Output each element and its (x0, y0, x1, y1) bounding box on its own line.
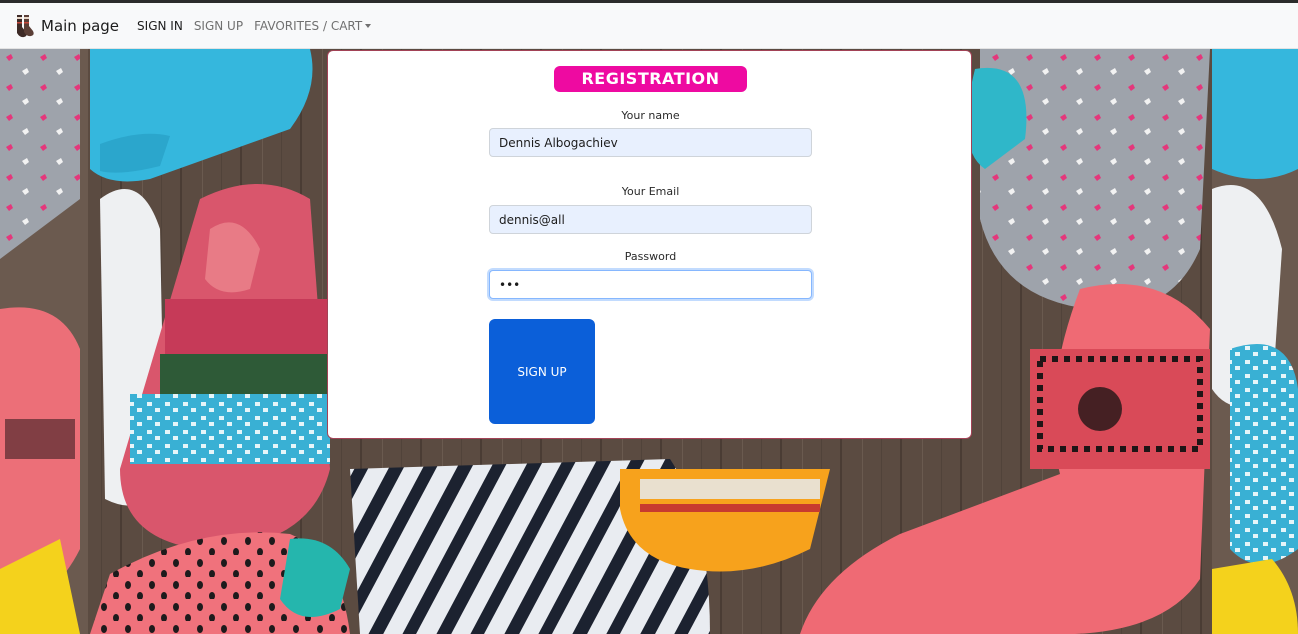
password-label: Password (624, 250, 677, 263)
password-field[interactable] (489, 270, 812, 299)
registration-title: REGISTRATION (554, 66, 747, 92)
name-field[interactable] (489, 128, 812, 157)
name-label: Your name (621, 109, 680, 122)
email-field[interactable] (489, 205, 812, 234)
socks-logo-icon (17, 14, 34, 37)
email-label: Your Email (621, 185, 680, 198)
registration-card: REGISTRATION Your name Your Email Passwo… (327, 50, 972, 439)
caret-down-icon (365, 23, 372, 28)
nav-dropdown-label: FAVORITES / CART (254, 18, 363, 33)
sign-up-button[interactable]: SIGN UP (489, 319, 595, 424)
navbar: Main page SIGN IN SIGN UP FAVORITES / CA… (0, 3, 1298, 49)
brand-label: Main page (41, 16, 120, 35)
brand-link[interactable]: Main page (13, 14, 119, 38)
nav-link-sign-in[interactable]: SIGN IN (137, 19, 183, 33)
nav-link-sign-up[interactable]: SIGN UP (194, 19, 243, 33)
nav-dropdown-favorites-cart[interactable]: FAVORITES / CART (254, 18, 372, 33)
